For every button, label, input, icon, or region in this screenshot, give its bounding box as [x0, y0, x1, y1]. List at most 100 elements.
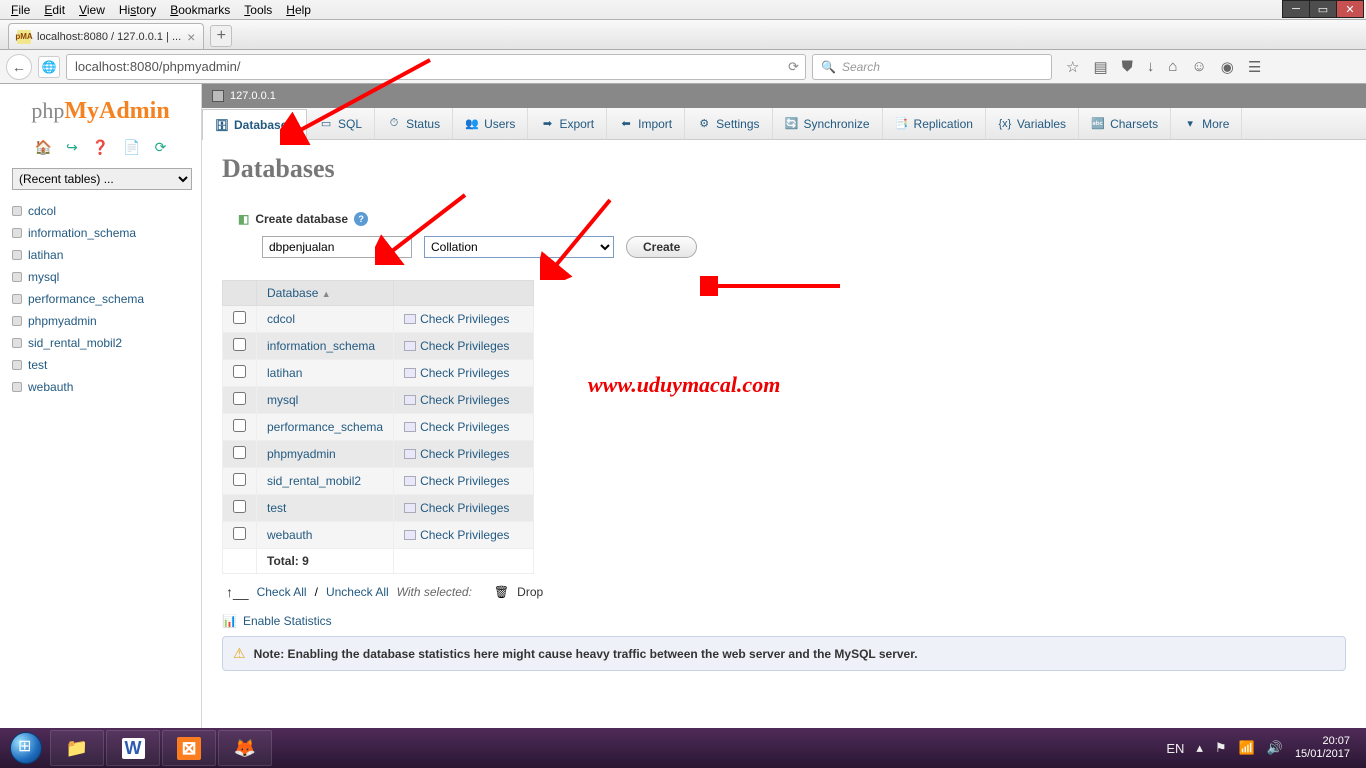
menu-tools[interactable]: Tools	[237, 1, 279, 19]
sidebar-db-item[interactable]: latihan	[10, 244, 191, 266]
tab-users[interactable]: 👥Users	[453, 108, 528, 139]
task-firefox[interactable]: 🦊	[218, 730, 272, 766]
tab-export[interactable]: ➡Export	[528, 108, 607, 139]
uncheck-all-link[interactable]: Uncheck All	[326, 585, 389, 599]
enable-statistics-link[interactable]: 📊 Enable Statistics	[222, 614, 1346, 628]
tray-lang[interactable]: EN	[1166, 741, 1184, 756]
drop-link[interactable]: Drop	[517, 585, 543, 599]
check-privileges-link[interactable]: Check Privileges	[404, 393, 523, 407]
sidebar-db-item[interactable]: test	[10, 354, 191, 376]
row-checkbox[interactable]	[233, 365, 246, 378]
check-privileges-link[interactable]: Check Privileges	[404, 366, 523, 380]
db-name-link[interactable]: information_schema	[267, 339, 375, 353]
sidebar-db-item[interactable]: webauth	[10, 376, 191, 398]
recent-tables-select[interactable]: (Recent tables) ...	[12, 168, 192, 190]
tray-show-hidden-icon[interactable]: ▴	[1196, 740, 1203, 756]
chat-icon[interactable]: ☺	[1191, 58, 1206, 75]
menu-file[interactable]: File	[4, 1, 37, 19]
db-name-link[interactable]: latihan	[267, 366, 302, 380]
back-button[interactable]: ←	[6, 54, 32, 80]
menu-help[interactable]: Help	[279, 1, 318, 19]
col-database[interactable]: Database ▲	[257, 281, 394, 306]
tray-clock[interactable]: 20:07 15/01/2017	[1295, 735, 1350, 760]
row-checkbox[interactable]	[233, 338, 246, 351]
check-privileges-link[interactable]: Check Privileges	[404, 420, 523, 434]
search-box[interactable]: 🔍 Search	[812, 54, 1052, 80]
sidebar-db-item[interactable]: mysql	[10, 266, 191, 288]
row-checkbox[interactable]	[233, 500, 246, 513]
sql-query-icon[interactable]: ❓	[92, 139, 109, 156]
home-icon[interactable]: 🏠	[35, 139, 52, 156]
bookmarks-list-icon[interactable]: ▤	[1093, 58, 1107, 76]
home-icon[interactable]: ⌂	[1168, 58, 1177, 75]
tab-sql[interactable]: ▭SQL	[307, 108, 375, 139]
check-privileges-link[interactable]: Check Privileges	[404, 474, 523, 488]
sidebar-db-item[interactable]: cdcol	[10, 200, 191, 222]
sidebar-db-item[interactable]: information_schema	[10, 222, 191, 244]
db-name-link[interactable]: performance_schema	[267, 420, 383, 434]
create-button[interactable]: Create	[626, 236, 697, 258]
tab-close-icon[interactable]: ×	[187, 29, 195, 45]
row-checkbox[interactable]	[233, 419, 246, 432]
db-name-link[interactable]: phpmyadmin	[267, 447, 336, 461]
task-word[interactable]: W	[106, 730, 160, 766]
browser-tab[interactable]: pMA localhost:8080 / 127.0.0.1 | ... ×	[8, 23, 204, 49]
tab-replication[interactable]: 📑Replication	[883, 108, 986, 139]
window-maximize-button[interactable]: ▭	[1309, 0, 1337, 18]
menu-history[interactable]: History	[112, 1, 163, 19]
db-name-link[interactable]: test	[267, 501, 286, 515]
check-privileges-link[interactable]: Check Privileges	[404, 528, 523, 542]
check-all-link[interactable]: Check All	[257, 585, 307, 599]
tray-flag-icon[interactable]: ⚑	[1215, 740, 1227, 756]
sidebar-db-item[interactable]: sid_rental_mobil2	[10, 332, 191, 354]
menu-edit[interactable]: Edit	[37, 1, 72, 19]
check-privileges-link[interactable]: Check Privileges	[404, 312, 523, 326]
pocket-icon[interactable]: ⛊	[1122, 58, 1133, 75]
row-checkbox[interactable]	[233, 392, 246, 405]
downloads-icon[interactable]: ↓	[1147, 58, 1155, 75]
site-identity-icon[interactable]: 🌐	[38, 56, 60, 78]
check-privileges-link[interactable]: Check Privileges	[404, 339, 523, 353]
url-input[interactable]: localhost:8080/phpmyadmin/ ⟳	[66, 54, 806, 80]
hamburger-menu-icon[interactable]: ☰	[1248, 58, 1261, 76]
tab-variables[interactable]: {x}Variables	[986, 108, 1079, 139]
task-explorer[interactable]: 📁	[50, 730, 104, 766]
sidebar-db-item[interactable]: performance_schema	[10, 288, 191, 310]
tab-synchronize[interactable]: 🔄Synchronize	[773, 108, 883, 139]
db-name-link[interactable]: cdcol	[267, 312, 295, 326]
tab-import[interactable]: ⬅Import	[607, 108, 685, 139]
menu-view[interactable]: View	[72, 1, 112, 19]
check-privileges-link[interactable]: Check Privileges	[404, 447, 523, 461]
tab-status[interactable]: ⏱Status	[375, 108, 453, 139]
row-checkbox[interactable]	[233, 527, 246, 540]
start-button[interactable]	[6, 728, 46, 768]
db-name-link[interactable]: webauth	[267, 528, 312, 542]
reload-nav-icon[interactable]: ⟳	[155, 139, 167, 156]
check-privileges-link[interactable]: Check Privileges	[404, 501, 523, 515]
tray-network-icon[interactable]: 📶	[1239, 740, 1255, 756]
new-tab-button[interactable]: +	[210, 25, 232, 47]
row-checkbox[interactable]	[233, 473, 246, 486]
sidebar-db-item[interactable]: phpmyadmin	[10, 310, 191, 332]
window-close-button[interactable]: ✕	[1336, 0, 1364, 18]
logout-icon[interactable]: ↪	[66, 139, 78, 156]
reload-icon[interactable]: ⟳	[788, 59, 799, 75]
collation-select[interactable]: Collation	[424, 236, 614, 258]
database-name-input[interactable]	[262, 236, 412, 258]
help-icon[interactable]: ?	[354, 212, 368, 226]
tab-more[interactable]: ▾More	[1171, 108, 1242, 139]
row-checkbox[interactable]	[233, 311, 246, 324]
task-xampp[interactable]: ⊠	[162, 730, 216, 766]
tray-volume-icon[interactable]: 🔊	[1267, 740, 1283, 756]
bookmark-star-icon[interactable]: ☆	[1066, 58, 1079, 76]
tab-databases[interactable]: 🗄Databases	[202, 109, 307, 140]
menu-bookmarks[interactable]: Bookmarks	[163, 1, 237, 19]
tab-settings[interactable]: ⚙Settings	[685, 108, 772, 139]
tab-charsets[interactable]: 🔤Charsets	[1079, 108, 1171, 139]
window-minimize-button[interactable]: ─	[1282, 0, 1310, 18]
addons-icon[interactable]: ◉	[1221, 58, 1234, 76]
docs-icon[interactable]: 📄	[123, 139, 140, 156]
row-checkbox[interactable]	[233, 446, 246, 459]
db-name-link[interactable]: sid_rental_mobil2	[267, 474, 361, 488]
db-name-link[interactable]: mysql	[267, 393, 298, 407]
